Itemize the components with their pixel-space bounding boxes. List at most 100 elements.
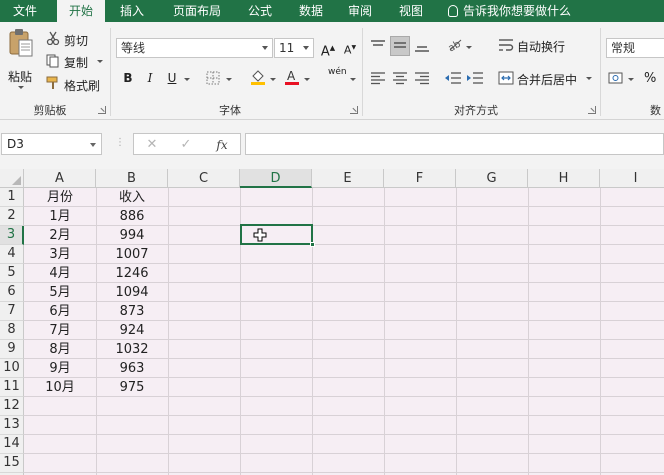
paste-dropdown-icon[interactable] — [18, 86, 24, 89]
align-left-icon[interactable] — [370, 70, 386, 86]
phonetic-button[interactable]: wén — [328, 67, 347, 77]
fill-color-dropdown-icon[interactable] — [270, 78, 276, 81]
decrease-font-size-icon[interactable]: A▼ — [340, 38, 360, 58]
align-top-icon[interactable] — [370, 38, 386, 54]
tab-insert[interactable]: 插入 — [110, 0, 154, 22]
percent-style-button[interactable]: % — [644, 71, 656, 86]
tab-data[interactable]: 数据 — [289, 0, 333, 22]
cell-b4[interactable]: 1007 — [96, 245, 168, 264]
cell-a1[interactable]: 月份 — [24, 188, 96, 207]
tab-home[interactable]: 开始 — [57, 0, 105, 22]
borders-icon[interactable] — [206, 71, 220, 85]
copy-button[interactable]: 复制 — [64, 54, 88, 71]
cell-a9[interactable]: 8月 — [24, 340, 96, 359]
cell-a11[interactable]: 10月 — [24, 378, 96, 397]
align-right-icon[interactable] — [414, 70, 430, 86]
accounting-format-icon[interactable] — [608, 70, 626, 86]
enter-icon[interactable]: ✓ — [176, 136, 196, 154]
cell-b3[interactable]: 994 — [96, 226, 168, 245]
align-center-icon[interactable] — [392, 70, 408, 86]
cell-b2[interactable]: 886 — [96, 207, 168, 226]
cell-a7[interactable]: 6月 — [24, 302, 96, 321]
tab-page-layout[interactable]: 页面布局 — [164, 0, 230, 22]
format-painter-button[interactable]: 格式刷 — [64, 77, 100, 94]
selected-cell-d3[interactable] — [240, 224, 315, 247]
bold-button[interactable]: B — [118, 68, 138, 88]
row-header[interactable]: 12 — [0, 397, 24, 416]
row-header[interactable]: 15 — [0, 454, 24, 473]
row-header[interactable]: 7 — [0, 302, 24, 321]
merge-center-button[interactable]: 合并后居中 — [517, 71, 577, 88]
cancel-icon[interactable]: ✕ — [142, 136, 162, 154]
align-bottom-icon[interactable] — [414, 38, 430, 54]
merge-center-dropdown-icon[interactable] — [586, 77, 592, 80]
cell-b10[interactable]: 963 — [96, 359, 168, 378]
cell-b5[interactable]: 1246 — [96, 264, 168, 283]
font-color-icon[interactable]: A — [284, 68, 300, 86]
align-middle-button[interactable] — [390, 36, 410, 56]
cell-a4[interactable]: 3月 — [24, 245, 96, 264]
wrap-text-button[interactable]: 自动换行 — [517, 38, 565, 55]
cell-b1[interactable]: 收入 — [96, 188, 168, 207]
column-header-e[interactable]: E — [312, 169, 384, 188]
italic-button[interactable]: I — [140, 68, 160, 88]
column-header-g[interactable]: G — [456, 169, 528, 188]
select-all-button[interactable] — [0, 169, 24, 188]
alignment-launcher-icon[interactable] — [588, 106, 596, 114]
increase-indent-icon[interactable] — [466, 70, 484, 86]
cell-b6[interactable]: 1094 — [96, 283, 168, 302]
font-name-combobox[interactable]: 等线 — [116, 38, 273, 58]
decrease-indent-icon[interactable] — [444, 70, 462, 86]
column-header-i[interactable]: I — [600, 169, 664, 188]
paste-button[interactable]: 粘贴 — [8, 68, 32, 85]
accounting-dropdown-icon[interactable] — [628, 78, 634, 81]
row-header[interactable]: 11 — [0, 378, 24, 397]
row-header[interactable]: 1 — [0, 188, 24, 207]
fill-handle[interactable] — [310, 242, 315, 247]
insert-function-icon[interactable]: fx — [212, 136, 232, 154]
fill-color-icon[interactable] — [250, 68, 266, 86]
cell-a3[interactable]: 2月 — [24, 226, 96, 245]
number-format-combobox[interactable]: 常规 — [606, 38, 664, 58]
tab-file[interactable]: 文件 — [0, 0, 50, 22]
increase-font-size-icon[interactable]: A▲ — [318, 38, 338, 59]
borders-dropdown-icon[interactable] — [226, 78, 232, 81]
tab-view[interactable]: 视图 — [389, 0, 433, 22]
cell-a5[interactable]: 4月 — [24, 264, 96, 283]
row-header[interactable]: 5 — [0, 264, 24, 283]
row-header[interactable]: 10 — [0, 359, 24, 378]
row-header[interactable]: 6 — [0, 283, 24, 302]
cell-a8[interactable]: 7月 — [24, 321, 96, 340]
cell-b11[interactable]: 975 — [96, 378, 168, 397]
row-header[interactable]: 9 — [0, 340, 24, 359]
cut-button[interactable]: 剪切 — [64, 32, 88, 49]
cell-b7[interactable]: 873 — [96, 302, 168, 321]
row-header[interactable]: 14 — [0, 435, 24, 454]
clipboard-launcher-icon[interactable] — [98, 106, 106, 114]
worksheet-grid[interactable]: A B C D E F G H I 1 2 3 4 5 6 7 8 9 10 1… — [0, 169, 664, 475]
copy-dropdown-icon[interactable] — [97, 60, 103, 63]
tab-review[interactable]: 审阅 — [338, 0, 382, 22]
formula-input[interactable] — [245, 133, 664, 155]
row-header[interactable]: 3 — [0, 226, 24, 245]
row-header[interactable]: 4 — [0, 245, 24, 264]
tell-me-box[interactable]: 告诉我你想要做什么 — [448, 0, 571, 22]
name-box[interactable]: D3 — [1, 133, 102, 155]
tab-formulas[interactable]: 公式 — [238, 0, 282, 22]
row-header[interactable]: 8 — [0, 321, 24, 340]
cell-b8[interactable]: 924 — [96, 321, 168, 340]
column-header-h[interactable]: H — [528, 169, 600, 188]
column-header-f[interactable]: F — [384, 169, 456, 188]
cell-a6[interactable]: 5月 — [24, 283, 96, 302]
font-color-dropdown-icon[interactable] — [304, 78, 310, 81]
row-header[interactable]: 2 — [0, 207, 24, 226]
underline-dropdown-icon[interactable] — [184, 78, 190, 81]
cell-a10[interactable]: 9月 — [24, 359, 96, 378]
column-header-a[interactable]: A — [24, 169, 96, 188]
font-launcher-icon[interactable] — [350, 106, 358, 114]
column-header-c[interactable]: C — [168, 169, 240, 188]
underline-button[interactable]: U — [162, 68, 182, 88]
row-header[interactable]: 13 — [0, 416, 24, 435]
column-header-b[interactable]: B — [96, 169, 168, 188]
font-size-combobox[interactable]: 11 — [274, 38, 314, 58]
